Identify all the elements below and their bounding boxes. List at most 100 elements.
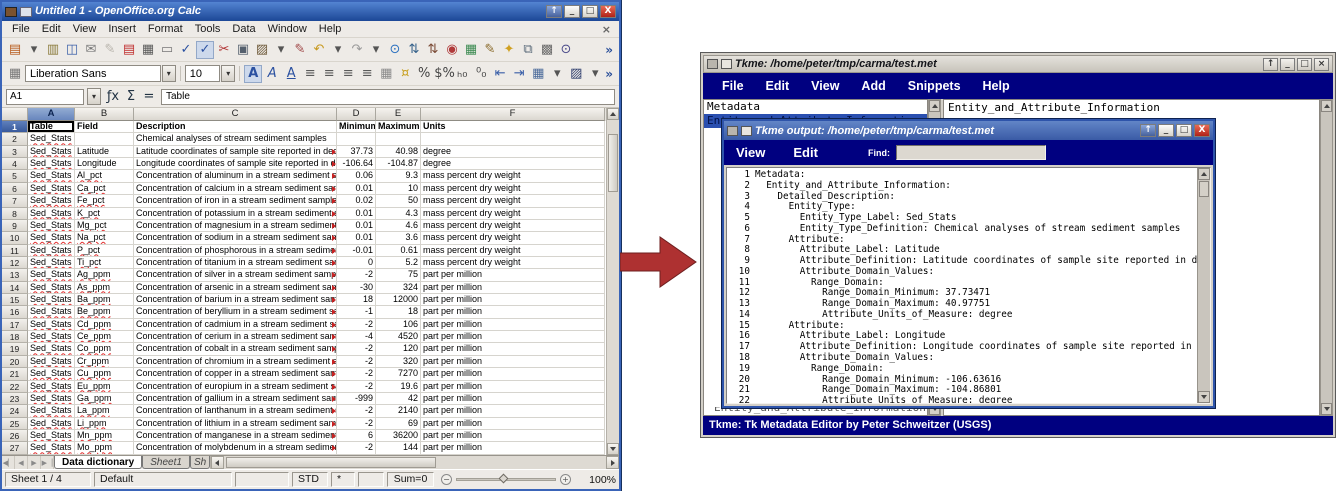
scroll-left-icon[interactable] (210, 456, 224, 469)
row-header[interactable]: 6 (2, 182, 28, 196)
cell[interactable]: part per million (421, 343, 605, 356)
star-icon[interactable]: ✦ (500, 41, 518, 59)
cell[interactable]: La_ppm (75, 405, 134, 418)
cell[interactable]: Concentration of europium in a stream se… (134, 380, 337, 393)
maximize-button[interactable]: □ (582, 5, 598, 18)
row-header[interactable]: 8 (2, 207, 28, 220)
cell[interactable]: -2 (337, 405, 376, 418)
close-button[interactable]: × (1314, 57, 1329, 71)
cell[interactable]: -2 (337, 380, 376, 393)
cell[interactable]: Sed_Stats (28, 281, 75, 295)
font-name-caret-icon[interactable]: ▾ (161, 65, 176, 82)
align-center-icon[interactable]: ≡ (320, 65, 338, 83)
cell[interactable]: Al_pct (75, 170, 134, 183)
font-size-select[interactable]: 10 (184, 65, 221, 82)
cell[interactable]: K_pct (75, 207, 134, 220)
cell[interactable]: Longitude coordinates of sample site rep… (134, 158, 337, 171)
page-preview-icon[interactable]: ▭ (158, 41, 176, 59)
cell[interactable]: Concentration of copper in a stream sedi… (134, 368, 337, 381)
output-text-area[interactable]: 1 Metadata: 2 Entity_and_Attribute_Informa… (727, 168, 1197, 403)
cell[interactable]: Concentration of silver in a stream sedi… (134, 269, 337, 282)
cell[interactable]: Concentration of sodium in a stream sedi… (134, 232, 337, 245)
paste-icon[interactable]: ▨ (253, 41, 271, 59)
cell[interactable]: Mg_pct (75, 219, 134, 233)
cell[interactable]: -2 (337, 318, 376, 332)
new-document-icon[interactable]: ▤ (6, 41, 24, 59)
cell[interactable]: 6 (337, 429, 376, 443)
maximize-button[interactable]: □ (1297, 57, 1312, 71)
cell[interactable]: part per million (421, 269, 605, 282)
cell[interactable]: 0.01 (337, 219, 376, 233)
output-menu-view[interactable]: View (736, 145, 779, 160)
undo-icon[interactable]: ↶ (310, 41, 328, 59)
cell[interactable]: Sed_Stats (28, 380, 75, 393)
calc-menu-file[interactable]: File (6, 22, 36, 36)
cell[interactable]: Eu_ppm (75, 380, 134, 393)
cell[interactable]: 120 (376, 343, 421, 356)
cell[interactable]: Be_ppm (75, 306, 134, 319)
cell[interactable]: 0.61 (376, 244, 421, 257)
cell[interactable]: Units (421, 121, 605, 134)
shade-icon[interactable] (20, 6, 32, 17)
scroll-up-icon[interactable] (1321, 100, 1332, 112)
cell[interactable]: part per million (421, 306, 605, 319)
cell[interactable]: 0.02 (337, 195, 376, 208)
row-header[interactable]: 11 (2, 244, 28, 257)
row-header[interactable]: 21 (2, 368, 28, 381)
selected-cell[interactable]: Table (28, 121, 75, 134)
cell[interactable]: Latitude coordinates of sample site repo… (134, 145, 337, 159)
content-scrollbar[interactable] (1320, 99, 1333, 416)
scroll-right-icon[interactable] (606, 456, 619, 469)
cell[interactable]: -2 (337, 442, 376, 455)
redo-caret-icon[interactable]: ▾ (367, 41, 385, 59)
borders-icon[interactable]: ▦ (529, 65, 547, 83)
bold-icon[interactable]: A (244, 64, 263, 83)
minimize-button[interactable]: _ (1280, 57, 1295, 71)
cell[interactable]: Concentration of lithium in a stream sed… (134, 417, 337, 430)
cell[interactable]: As_ppm (75, 281, 134, 295)
cut-icon[interactable]: ✂ (215, 41, 233, 59)
scroll-up-icon[interactable] (929, 100, 940, 112)
cell[interactable]: P_pct (75, 244, 134, 257)
cell[interactable]: part per million (421, 294, 605, 307)
row-header[interactable]: 22 (2, 380, 28, 393)
cell[interactable]: -2 (337, 269, 376, 282)
cell[interactable]: 75 (376, 269, 421, 282)
cell[interactable]: mass percent dry weight (421, 219, 605, 233)
shade-icon[interactable] (741, 125, 752, 136)
cell[interactable]: Mo_ppm (75, 442, 134, 455)
toolbar-overflow-icon[interactable]: » (605, 43, 615, 57)
cell[interactable]: Sed_Stats (28, 170, 75, 183)
cell[interactable]: Ba_ppm (75, 294, 134, 307)
row-header[interactable]: 15 (2, 294, 28, 307)
cell[interactable]: Concentration of manganese in a stream s… (134, 429, 337, 443)
cell[interactable]: Minimum (337, 121, 376, 134)
copy-icon[interactable]: ▣ (234, 41, 252, 59)
cell[interactable]: 36200 (376, 429, 421, 443)
row-header[interactable]: 10 (2, 232, 28, 245)
cell[interactable]: Sed_Stats (28, 269, 75, 282)
row-header[interactable]: 4 (2, 158, 28, 171)
cell[interactable]: 0.01 (337, 182, 376, 196)
cell[interactable]: Latitude (75, 145, 134, 159)
cell[interactable]: Sed_Stats (28, 195, 75, 208)
row-header[interactable]: 24 (2, 405, 28, 418)
calc-menu-tools[interactable]: Tools (189, 22, 227, 36)
row-header[interactable]: 5 (2, 170, 28, 183)
row-header[interactable]: 3 (2, 145, 28, 159)
cell[interactable]: part per million (421, 442, 605, 455)
cell[interactable]: part per million (421, 355, 605, 369)
row-header[interactable]: 13 (2, 269, 28, 282)
tree-item-metadata[interactable]: Metadata (704, 100, 927, 114)
cell[interactable]: Sed_Stats (28, 318, 75, 332)
cell[interactable]: Sed_Stats (28, 232, 75, 245)
output-menu-edit[interactable]: Edit (793, 145, 832, 160)
cell[interactable] (376, 133, 421, 146)
cell[interactable]: Ca_pct (75, 182, 134, 196)
cell[interactable]: Concentration of titanium in a stream se… (134, 256, 337, 270)
cell[interactable]: Concentration of barium in a stream sedi… (134, 294, 337, 307)
scrollbar-thumb[interactable] (1199, 181, 1209, 197)
row-header[interactable]: 1 (2, 121, 28, 134)
cell[interactable]: part per million (421, 429, 605, 443)
cell[interactable]: 3.6 (376, 232, 421, 245)
